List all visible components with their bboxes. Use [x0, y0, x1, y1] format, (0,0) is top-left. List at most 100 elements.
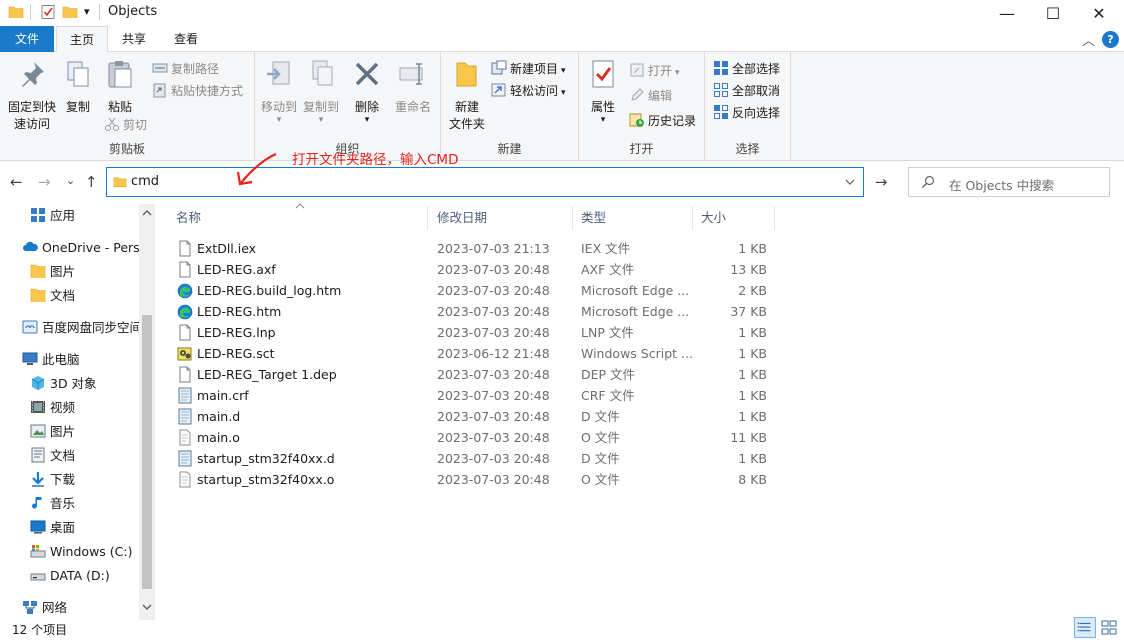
- scroll-up-icon[interactable]: [140, 208, 154, 218]
- file-row[interactable]: LED-REG.sct 2023-06-12 21:48 Windows Scrip…: [172, 343, 772, 364]
- status-bar: 12 个项目: [0, 620, 1124, 640]
- sidebar-item-drive-c[interactable]: Windows (C:): [30, 541, 132, 563]
- open-button[interactable]: 打开 ▾: [629, 61, 680, 81]
- file-row[interactable]: main.crf 2023-07-03 20:48 CRF 文件 1 KB: [172, 385, 772, 406]
- documents-icon: [31, 447, 45, 463]
- maximize-button[interactable]: ☐: [1030, 0, 1076, 26]
- new-item-button[interactable]: 新建项目 ▾: [491, 59, 566, 79]
- delete-button[interactable]: 删除 ▾: [351, 58, 383, 125]
- tab-home[interactable]: 主页: [56, 26, 108, 53]
- sidebar-item-onedrive-pictures[interactable]: 图片: [30, 261, 75, 283]
- edge-icon: [177, 283, 193, 299]
- sidebar-item-onedrive[interactable]: OneDrive - Perso: [22, 237, 147, 259]
- properties-button[interactable]: 属性 ▾: [585, 58, 621, 125]
- copy-to-button[interactable]: 复制到 ▾: [301, 58, 341, 125]
- file-row[interactable]: ExtDll.iex 2023-07-03 21:13 IEX 文件 1 KB: [172, 238, 772, 259]
- forward-button[interactable]: →: [38, 173, 51, 191]
- chevron-down-icon[interactable]: [845, 177, 855, 187]
- column-header-type[interactable]: 类型: [573, 206, 693, 230]
- scroll-down-icon[interactable]: [140, 602, 154, 612]
- file-row[interactable]: main.d 2023-07-03 20:48 D 文件 1 KB: [172, 406, 772, 427]
- file-row[interactable]: startup_stm32f40xx.d 2023-07-03 20:48 D 文件…: [172, 448, 772, 469]
- rename-button[interactable]: 重命名: [391, 58, 435, 116]
- sidebar-item-desktop[interactable]: 桌面: [30, 517, 75, 539]
- file-row[interactable]: main.o 2023-07-03 20:48 O 文件 11 KB: [172, 427, 772, 448]
- recent-locations-button[interactable]: ⌄: [66, 174, 75, 187]
- large-icons-view-icon[interactable]: [1098, 617, 1120, 638]
- file-date: 2023-07-03 20:48: [437, 304, 550, 319]
- new-folder-button[interactable]: 新建 文件夹: [445, 58, 489, 133]
- file-name: main.crf: [197, 388, 249, 403]
- back-button[interactable]: ←: [10, 173, 23, 191]
- copy-button[interactable]: 复制: [60, 58, 96, 116]
- baidu-icon: [22, 320, 38, 334]
- select-none-button[interactable]: 全部取消: [713, 81, 780, 101]
- column-header-size[interactable]: 大小: [693, 206, 775, 230]
- search-box[interactable]: 在 Objects 中搜索: [908, 167, 1110, 197]
- sidebar-label: 图片: [50, 424, 76, 439]
- file-row[interactable]: LED-REG.lnp 2023-07-03 20:48 LNP 文件 1 KB: [172, 322, 772, 343]
- go-button[interactable]: →: [868, 168, 894, 196]
- paste-button[interactable]: 粘贴: [100, 58, 140, 116]
- invert-selection-icon: [714, 105, 728, 119]
- sidebar-item-baidu[interactable]: 百度网盘同步空间: [22, 317, 142, 339]
- tab-file[interactable]: 文件: [0, 26, 54, 52]
- title-bar: ▾ Objects — ☐ ✕: [0, 0, 1124, 26]
- sidebar-scrollbar-thumb[interactable]: [142, 315, 152, 589]
- sidebar-label: 视频: [50, 400, 76, 415]
- copy-to-icon: [312, 60, 333, 86]
- file-row[interactable]: startup_stm32f40xx.o 2023-07-03 20:48 O 文件…: [172, 469, 772, 490]
- sidebar-item-3d-objects[interactable]: 3D 对象: [30, 373, 97, 395]
- copy-path-button[interactable]: 复制路径: [152, 59, 219, 79]
- details-view-icon[interactable]: [1074, 617, 1096, 638]
- properties-check-icon[interactable]: [40, 4, 56, 20]
- close-button[interactable]: ✕: [1076, 0, 1122, 26]
- pin-quick-access-button[interactable]: 固定到快 速访问: [4, 58, 60, 133]
- clipboard-group-label: 剪贴板: [108, 142, 145, 156]
- folder-icon[interactable]: [8, 4, 24, 20]
- search-input[interactable]: 在 Objects 中搜索: [949, 175, 1054, 194]
- history-button[interactable]: 历史记录: [629, 111, 696, 131]
- qa-dropdown[interactable]: ▾: [84, 5, 90, 18]
- sidebar-item-drive-d[interactable]: DATA (D:): [30, 565, 110, 587]
- file-row[interactable]: LED-REG_Target 1.dep 2023-07-03 20:48 DEP …: [172, 364, 772, 385]
- sidebar-item-onedrive-documents[interactable]: 文档: [30, 285, 75, 307]
- sidebar-item-music[interactable]: 音乐: [30, 493, 75, 515]
- address-bar[interactable]: cmd: [106, 167, 864, 197]
- sidebar-item-downloads[interactable]: 下载: [30, 469, 75, 491]
- invert-selection-button[interactable]: 反向选择: [713, 103, 780, 123]
- move-to-button[interactable]: 移动到 ▾: [259, 58, 299, 125]
- sidebar-item-apps[interactable]: 应用: [30, 205, 75, 227]
- new-folder-icon[interactable]: [62, 4, 78, 20]
- easy-access-button[interactable]: 轻松访问 ▾: [491, 81, 566, 101]
- ribbon-collapse-button[interactable]: ︿: [1082, 30, 1095, 49]
- sidebar-item-documents[interactable]: 文档: [30, 445, 75, 467]
- file-row[interactable]: LED-REG.build_log.htm 2023-07-03 20:48 Mic…: [172, 280, 772, 301]
- tab-view[interactable]: 查看: [160, 26, 212, 52]
- select-all-button[interactable]: 全部选择: [713, 59, 780, 79]
- address-input[interactable]: cmd: [131, 174, 159, 189]
- help-button[interactable]: ?: [1102, 31, 1119, 48]
- sidebar-item-pictures[interactable]: 图片: [30, 421, 75, 443]
- file-type: O 文件: [581, 430, 620, 445]
- sidebar-label: 网络: [42, 600, 68, 615]
- file-date: 2023-07-03 20:48: [437, 409, 550, 424]
- window-title: Objects: [108, 4, 158, 19]
- text-file-icon: [179, 471, 191, 488]
- tab-share[interactable]: 共享: [108, 26, 160, 52]
- file-row[interactable]: LED-REG.axf 2023-07-03 20:48 AXF 文件 13 KB: [172, 259, 772, 280]
- file-row[interactable]: LED-REG.htm 2023-07-03 20:48 Microsoft Edg…: [172, 301, 772, 322]
- paste-shortcut-button[interactable]: 粘贴快捷方式: [152, 81, 243, 101]
- cut-button[interactable]: 剪切: [104, 115, 147, 135]
- sidebar-item-this-pc[interactable]: 此电脑: [22, 349, 80, 371]
- edit-button[interactable]: 编辑: [629, 86, 672, 106]
- file-type: DEP 文件: [581, 367, 636, 382]
- column-header-name[interactable]: 名称: [168, 206, 428, 230]
- column-header-date[interactable]: 修改日期: [429, 206, 573, 230]
- up-button[interactable]: ↑: [85, 173, 98, 191]
- sidebar-item-videos[interactable]: 视频: [30, 397, 75, 419]
- minimize-button[interactable]: —: [984, 0, 1030, 26]
- move-to-icon: [267, 61, 290, 85]
- sidebar-item-network[interactable]: 网络: [22, 597, 67, 619]
- ribbon: 固定到快 速访问 复制 粘贴 复制路径 粘贴快捷方式 剪切 剪贴板 移动到 ▾: [0, 52, 1124, 161]
